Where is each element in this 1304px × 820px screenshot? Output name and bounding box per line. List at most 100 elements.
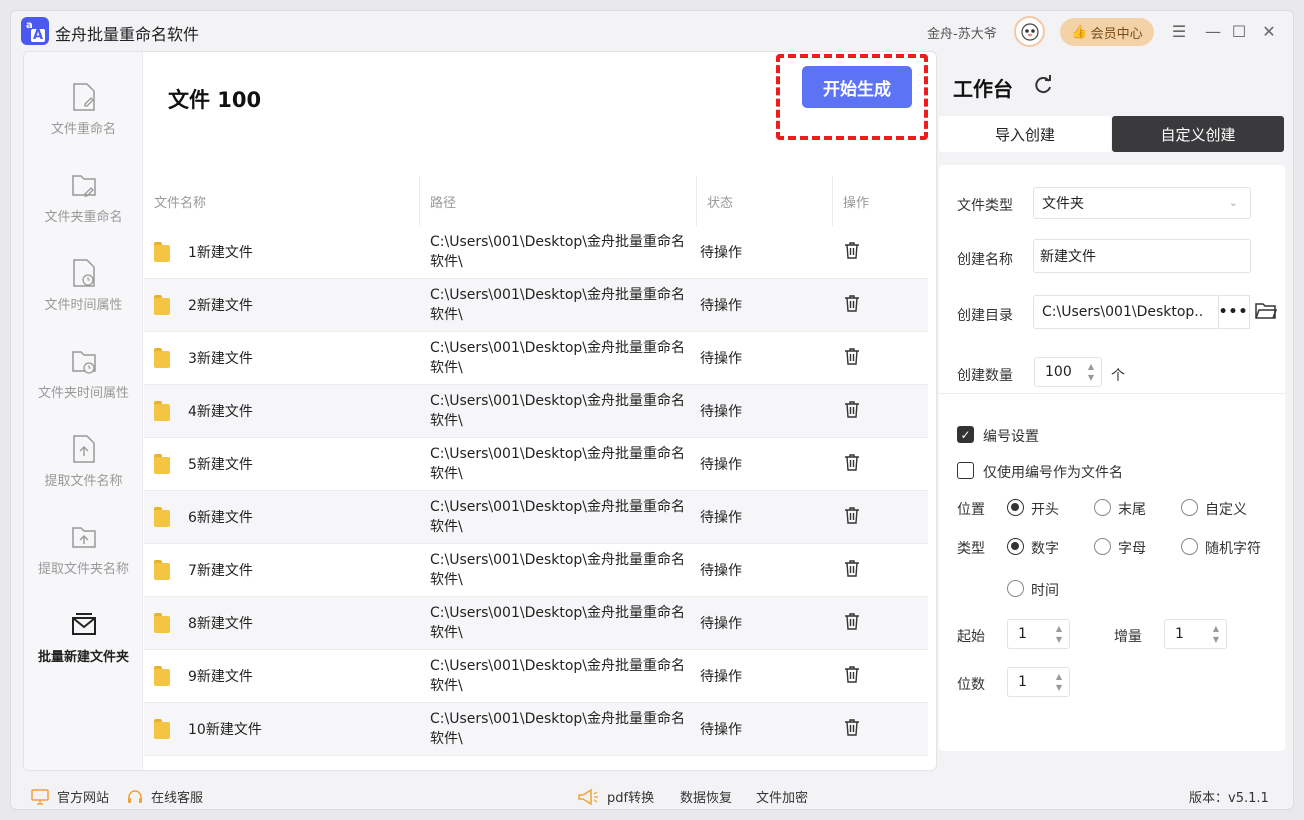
online-service-link[interactable]: 在线客服	[127, 787, 203, 806]
only-number-checkbox[interactable]	[957, 462, 974, 479]
maximize-icon[interactable]: ☐	[1227, 19, 1251, 43]
table-row[interactable]: 4新建文件 C:\Users\001\Desktop\金舟批量重命名软件\ 待操作	[144, 385, 928, 438]
browse-more-button[interactable]: •••	[1218, 295, 1250, 329]
cell-path: C:\Users\001\Desktop\金舟批量重命名软件\	[430, 340, 686, 376]
stepper-arrows-icon[interactable]: ▲ ▼	[1086, 361, 1096, 383]
cell-status: 待操作	[700, 616, 742, 632]
table-row[interactable]: 9新建文件 C:\Users\001\Desktop\金舟批量重命名软件\ 待操作	[144, 650, 928, 703]
cell-name: 3新建文件	[144, 348, 420, 368]
trash-icon[interactable]	[844, 559, 860, 577]
cell-name: 2新建文件	[144, 295, 420, 315]
table-row[interactable]: 1新建文件 C:\Users\001\Desktop\金舟批量重命名软件\ 待操作	[144, 226, 928, 279]
folder-icon	[154, 613, 170, 633]
tab-import-create[interactable]: 导入创建	[939, 116, 1111, 152]
digits-value: 1	[1018, 674, 1027, 690]
create-dir-value: C:\Users\001\Desktop..	[1042, 304, 1204, 320]
digits-label: 位数	[957, 677, 985, 693]
type-radio-time[interactable]	[1007, 580, 1024, 597]
pdf-convert-label: pdf转换	[607, 791, 655, 806]
trash-icon[interactable]	[844, 665, 860, 683]
refresh-icon[interactable]	[1031, 73, 1055, 97]
folder-open-icon[interactable]	[1255, 301, 1277, 321]
sidebar-item-batch-new-folder[interactable]: 批量新建文件夹	[24, 610, 143, 690]
position-radio-start[interactable]	[1007, 499, 1024, 516]
official-site-link[interactable]: 官方网站	[31, 787, 109, 806]
stepper-arrows-icon[interactable]: ▲ ▼	[1054, 623, 1064, 645]
table-row[interactable]: 10新建文件 C:\Users\001\Desktop\金舟批量重命名软件\ 待操作	[144, 703, 928, 756]
trash-icon[interactable]	[844, 612, 860, 630]
section-divider	[939, 393, 1285, 394]
type-option-label: 时间	[1031, 583, 1059, 599]
file-encrypt-link[interactable]: 文件加密	[756, 787, 808, 806]
sidebar-item-file-time[interactable]: 文件时间属性	[24, 258, 143, 338]
close-icon[interactable]: ✕	[1257, 19, 1281, 43]
minimize-icon[interactable]: —	[1201, 19, 1225, 43]
pdf-convert-link[interactable]: pdf转换	[577, 787, 654, 806]
increment-value: 1	[1175, 626, 1184, 642]
file-type-label: 文件类型	[957, 198, 1013, 214]
table-row[interactable]: 3新建文件 C:\Users\001\Desktop\金舟批量重命名软件\ 待操作	[144, 332, 928, 385]
column-header-name: 文件名称	[144, 176, 420, 226]
file-name: 9新建文件	[188, 669, 253, 685]
cell-name: 4新建文件	[144, 401, 420, 421]
thumbs-up-icon: 👍	[1071, 24, 1088, 40]
megaphone-icon	[578, 788, 598, 805]
title-bar: a A 金舟批量重命名软件 金舟-苏大爷 👍 会员中心 ☰ — ☐ ✕	[11, 11, 1293, 53]
sidebar-item-extract-file-name[interactable]: 提取文件名称	[24, 434, 143, 514]
create-count-stepper[interactable]: 100 ▲ ▼	[1034, 357, 1102, 387]
stepper-arrows-icon[interactable]: ▲ ▼	[1054, 671, 1064, 693]
file-type-select[interactable]: 文件夹 ⌄	[1033, 187, 1251, 219]
type-radio-random[interactable]	[1181, 538, 1198, 555]
trash-icon[interactable]	[844, 718, 860, 736]
folder-icon	[154, 507, 170, 527]
numbering-checkbox[interactable]: ✓	[957, 426, 974, 443]
folder-edit-icon	[71, 175, 96, 197]
cell-status: 待操作	[700, 669, 742, 685]
avatar[interactable]	[1014, 16, 1045, 47]
sidebar-item-extract-folder-name[interactable]: 提取文件夹名称	[24, 522, 143, 602]
file-list-area: 文件 100 开始生成 文件名称 路径 状态 操作 1新建文件 C:\Users\…	[144, 52, 936, 770]
trash-icon[interactable]	[844, 241, 860, 259]
file-table: 文件名称 路径 状态 操作 1新建文件 C:\Users\001\Desktop\…	[144, 176, 928, 756]
file-encrypt-label: 文件加密	[756, 791, 809, 806]
file-edit-icon	[72, 83, 95, 111]
position-radio-end[interactable]	[1094, 499, 1111, 516]
stepper-arrows-icon[interactable]: ▲ ▼	[1211, 623, 1221, 645]
vip-center-button[interactable]: 👍 会员中心	[1060, 18, 1154, 46]
table-row[interactable]: 5新建文件 C:\Users\001\Desktop\金舟批量重命名软件\ 待操作	[144, 438, 928, 491]
table-row[interactable]: 7新建文件 C:\Users\001\Desktop\金舟批量重命名软件\ 待操作	[144, 544, 928, 597]
type-radio-letter[interactable]	[1094, 538, 1111, 555]
create-name-label: 创建名称	[957, 252, 1013, 268]
cell-status: 待操作	[700, 351, 742, 367]
table-row[interactable]: 8新建文件 C:\Users\001\Desktop\金舟批量重命名软件\ 待操作	[144, 597, 928, 650]
start-value: 1	[1018, 626, 1027, 642]
type-radio-number[interactable]	[1007, 538, 1024, 555]
sidebar-item-folder-rename[interactable]: 文件夹重命名	[24, 170, 143, 250]
create-name-input[interactable]: 新建文件	[1033, 239, 1251, 273]
start-generate-button[interactable]: 开始生成	[802, 66, 912, 108]
start-stepper[interactable]: 1 ▲ ▼	[1007, 619, 1070, 649]
create-dir-input[interactable]: C:\Users\001\Desktop..	[1033, 295, 1219, 329]
type-option-label: 字母	[1118, 541, 1146, 557]
trash-icon[interactable]	[844, 400, 860, 418]
increment-stepper[interactable]: 1 ▲ ▼	[1164, 619, 1227, 649]
cell-name: 7新建文件	[144, 560, 420, 580]
table-row[interactable]: 2新建文件 C:\Users\001\Desktop\金舟批量重命名软件\ 待操作	[144, 279, 928, 332]
trash-icon[interactable]	[844, 347, 860, 365]
table-row[interactable]: 6新建文件 C:\Users\001\Desktop\金舟批量重命名软件\ 待操作	[144, 491, 928, 544]
folder-icon	[154, 348, 170, 368]
trash-icon[interactable]	[844, 294, 860, 312]
sidebar-item-folder-time[interactable]: 文件夹时间属性	[24, 346, 143, 426]
tab-custom-create[interactable]: 自定义创建	[1112, 116, 1284, 152]
trash-icon[interactable]	[844, 506, 860, 524]
sidebar-item-file-rename[interactable]: 文件重命名	[24, 82, 143, 162]
cell-path: C:\Users\001\Desktop\金舟批量重命名软件\	[430, 552, 686, 588]
digits-stepper[interactable]: 1 ▲ ▼	[1007, 667, 1070, 697]
trash-icon[interactable]	[844, 453, 860, 471]
data-recovery-link[interactable]: 数据恢复	[680, 787, 732, 806]
cell-action	[833, 612, 928, 634]
file-name: 3新建文件	[188, 351, 253, 367]
position-radio-custom[interactable]	[1181, 499, 1198, 516]
menu-icon[interactable]: ☰	[1167, 19, 1191, 43]
column-header-path: 路径	[420, 176, 697, 226]
